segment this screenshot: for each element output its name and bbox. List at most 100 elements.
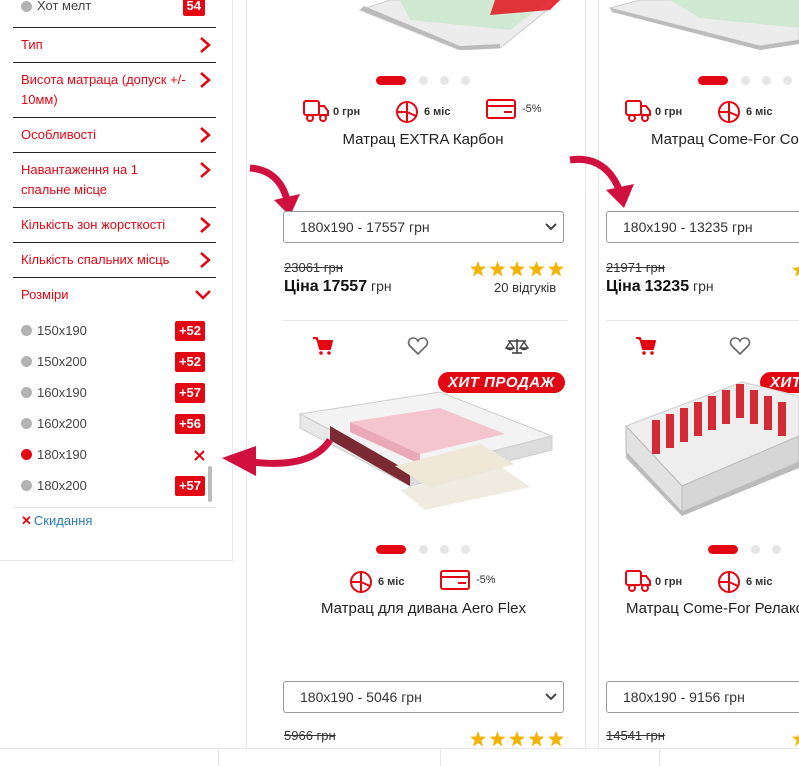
filter-option-hot-melt[interactable]: Хот мелт 54 <box>21 0 211 16</box>
price-currency: грн <box>370 278 392 294</box>
product-image[interactable] <box>600 0 799 50</box>
carousel-dot[interactable] <box>440 545 449 554</box>
image-carousel-dots[interactable] <box>376 75 476 85</box>
carousel-dot[interactable] <box>741 76 750 85</box>
filter-sizes[interactable]: Розміри <box>13 277 216 313</box>
radio-dot-selected <box>21 449 32 460</box>
product-name[interactable]: Матрац Come-For Coo <box>651 131 799 148</box>
feature-installments: 6 міс <box>394 98 454 128</box>
rating-star-partial <box>792 264 799 276</box>
cart-icon[interactable] <box>312 336 334 356</box>
close-icon: ✕ <box>21 513 32 528</box>
count-badge: +57 <box>174 383 205 403</box>
feature-text: 0 грн <box>333 106 361 118</box>
truck-icon <box>303 100 329 122</box>
product-image[interactable] <box>612 376 799 516</box>
feature-delivery: 0 грн <box>625 98 685 128</box>
feature-installments: 6 міс <box>716 568 776 598</box>
chevron-down-icon <box>545 693 557 701</box>
carousel-dot[interactable] <box>762 76 771 85</box>
radio-dot <box>21 325 32 336</box>
filter-firmness-zones[interactable]: Кількість зон жорсткості <box>13 207 216 243</box>
carousel-dot-active[interactable] <box>376 545 406 554</box>
chevron-right-icon <box>200 162 211 178</box>
annotation-arrow-icon <box>222 437 333 476</box>
rating-star-partial <box>792 733 799 747</box>
carousel-dot[interactable] <box>461 76 470 85</box>
filter-label: Особливості <box>21 127 97 142</box>
bestseller-badge: ХИТ ПРОДАЖ <box>438 372 565 393</box>
carousel-dot-active[interactable] <box>698 76 728 85</box>
option-label: 160x200 <box>37 416 87 431</box>
price-currency: грн <box>692 278 714 294</box>
chevron-right-icon <box>200 72 211 88</box>
count-badge: +56 <box>174 414 205 434</box>
count-badge: +52 <box>174 352 205 372</box>
feature-text: 0 грн <box>655 106 683 118</box>
card-icon <box>440 570 470 590</box>
size-select[interactable]: 180x190 - 13235 грн <box>606 211 799 243</box>
size-option-150x200[interactable]: 150x200 +52 <box>21 352 211 372</box>
carousel-dot[interactable] <box>772 545 781 554</box>
carousel-dot[interactable] <box>440 76 449 85</box>
filter-sleeping-places[interactable]: Кількість спальних місць <box>13 242 216 278</box>
filter-scrollbar[interactable] <box>208 466 212 502</box>
radio-dot <box>21 387 32 398</box>
filter-type[interactable]: Тип <box>13 27 216 63</box>
carousel-dot-active[interactable] <box>708 545 738 554</box>
carousel-dot[interactable] <box>751 545 760 554</box>
annotation-arrow-icon <box>569 155 634 208</box>
carousel-dot[interactable] <box>461 545 470 554</box>
filter-label: Розміри <box>21 287 69 302</box>
product-name[interactable]: Матрац Come-For Релакс <box>626 600 799 617</box>
size-option-150x190[interactable]: 150x190 +52 <box>21 321 211 341</box>
carousel-dot[interactable] <box>419 76 428 85</box>
old-price: 23061 грн <box>284 260 343 275</box>
product-name[interactable]: Матрац EXTRA Карбон <box>283 131 563 148</box>
chevron-right-icon <box>200 127 211 143</box>
rating-stars <box>470 261 564 277</box>
reviews-link[interactable]: 20 відгуків <box>494 280 556 295</box>
filter-label: Кількість зон жорсткості <box>21 217 166 232</box>
price-label: Ціна <box>606 278 641 295</box>
size-select[interactable]: 180x190 - 17557 грн <box>283 211 564 243</box>
size-select[interactable]: 180x190 - 9156 грн <box>606 681 799 713</box>
old-price: 14541 грн <box>606 728 665 743</box>
product-image[interactable] <box>260 0 570 50</box>
carousel-dot[interactable] <box>419 545 428 554</box>
cart-icon[interactable] <box>635 336 657 356</box>
divider <box>440 749 441 766</box>
image-carousel-dots[interactable] <box>376 544 476 554</box>
select-value: 180x190 - 13235 грн <box>623 219 753 235</box>
image-carousel-dots[interactable] <box>698 75 798 85</box>
feature-text: 6 міс <box>746 576 773 588</box>
size-option-160x190[interactable]: 160x190 +57 <box>21 383 211 403</box>
compare-scales-icon[interactable] <box>505 337 529 355</box>
feature-delivery: 0 грн <box>303 98 363 128</box>
size-option-160x200[interactable]: 160x200 +56 <box>21 414 211 434</box>
feature-text: 6 міс <box>378 576 405 588</box>
bottom-edge <box>0 748 799 766</box>
option-label: 160x190 <box>37 385 87 400</box>
filter-height[interactable]: Висота матраца (допуск +/- 10мм) <box>13 62 216 118</box>
old-price: 21971 грн <box>606 260 665 275</box>
filter-load[interactable]: Навантаження на 1 спальне місце <box>13 152 216 208</box>
pie-chart-icon <box>718 101 740 123</box>
option-label: 150x190 <box>37 323 87 338</box>
carousel-dot-active[interactable] <box>376 76 406 85</box>
heart-icon[interactable] <box>729 336 751 356</box>
size-option-180x200[interactable]: 180x200 +57 <box>21 476 211 496</box>
product-name[interactable]: Матрац для дивана Aero Flex <box>283 600 564 617</box>
size-select[interactable]: 180x190 - 5046 грн <box>283 681 564 713</box>
current-price: Ціна 13235 грн <box>606 278 714 296</box>
radio-dot <box>21 1 32 12</box>
reset-filters-link[interactable]: ✕ Скидання <box>21 513 92 529</box>
carousel-dot[interactable] <box>783 76 792 85</box>
feature-text: 0 грн <box>655 576 683 588</box>
remove-filter-icon[interactable] <box>194 450 205 461</box>
size-option-180x190[interactable]: 180x190 <box>21 445 211 465</box>
feature-discount: -5% <box>486 98 546 128</box>
filter-features[interactable]: Особливості <box>13 117 216 153</box>
image-carousel-dots[interactable] <box>708 544 799 554</box>
heart-icon[interactable] <box>407 336 429 356</box>
